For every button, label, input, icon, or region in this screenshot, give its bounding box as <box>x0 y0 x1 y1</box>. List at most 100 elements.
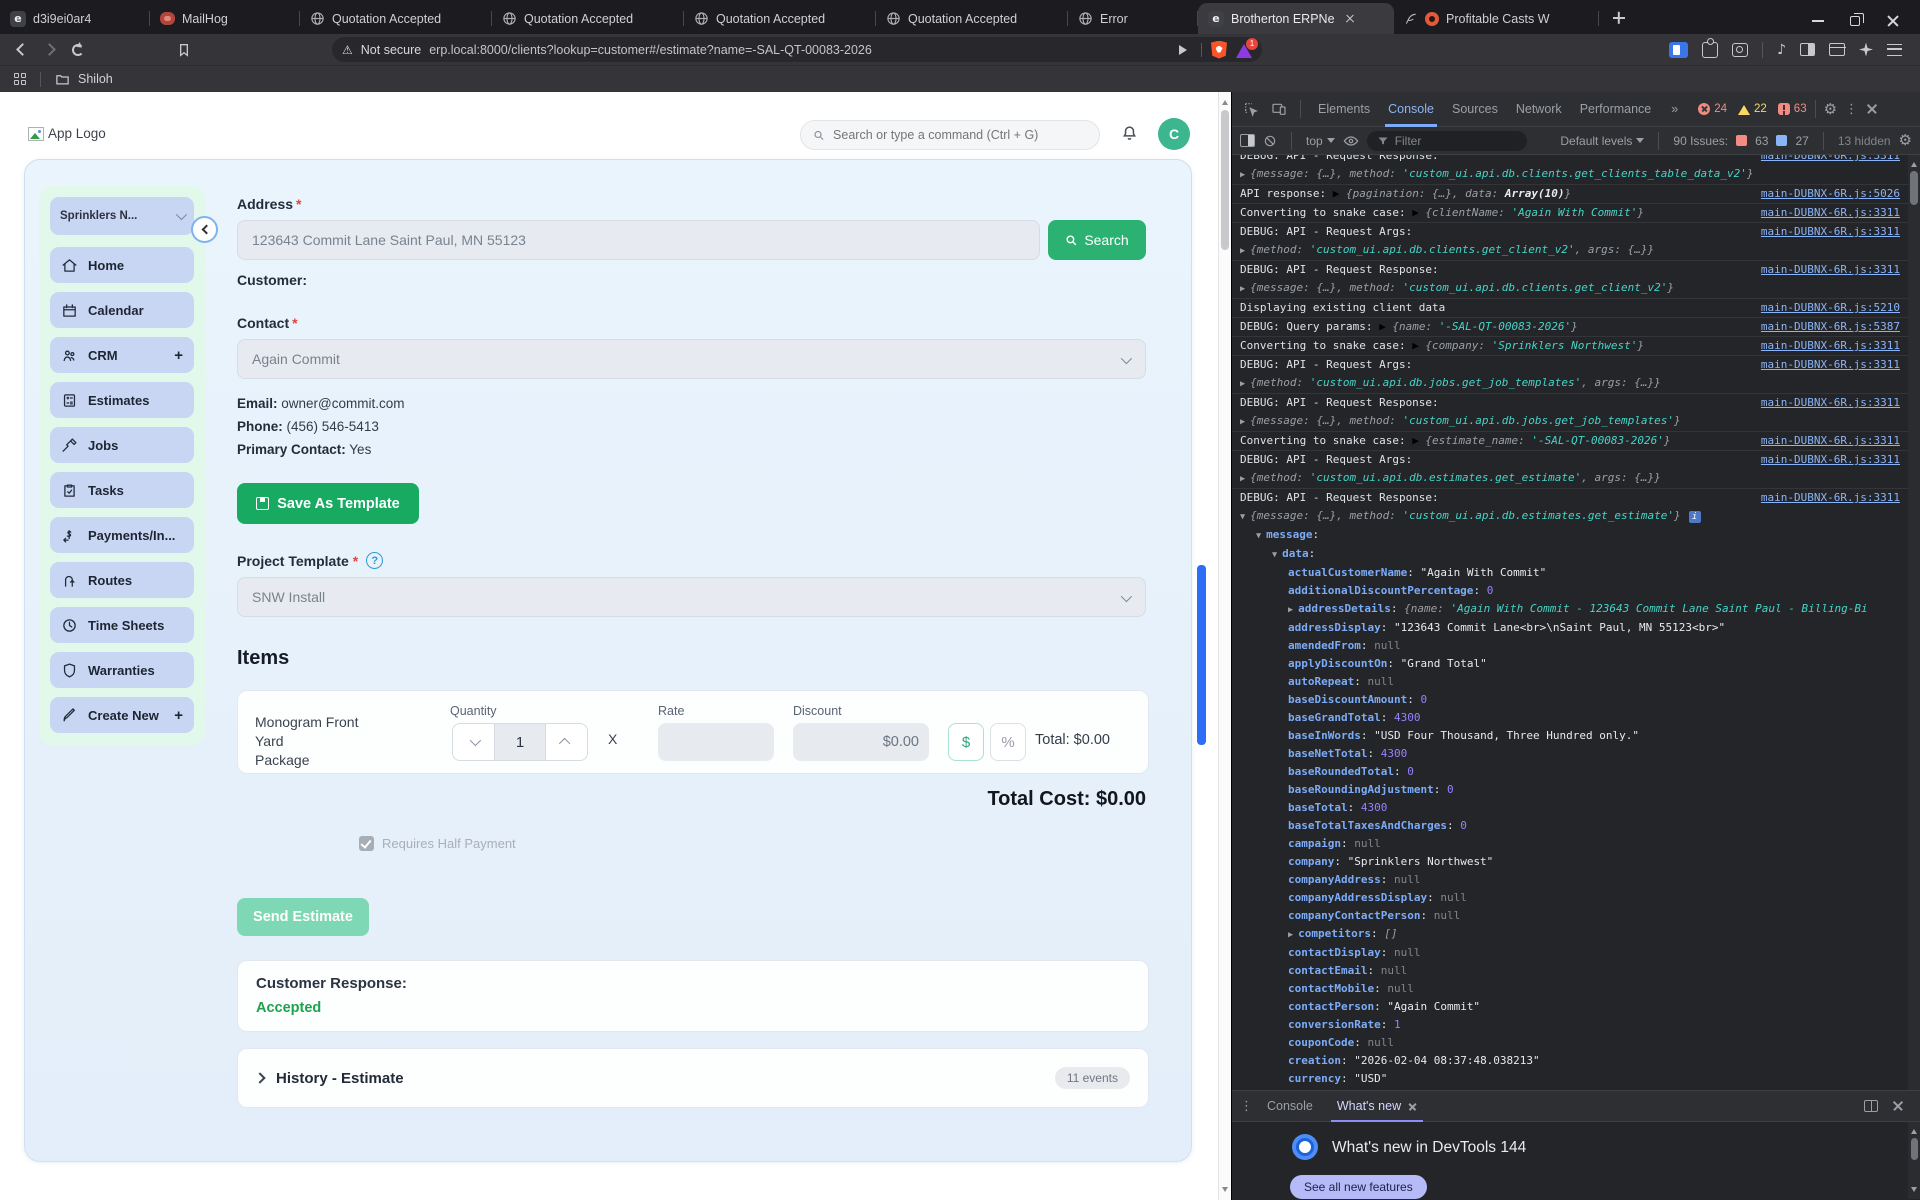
browser-tab[interactable]: Error <box>1068 3 1198 34</box>
bookmark-icon[interactable] <box>176 42 192 58</box>
page-scrollbar[interactable] <box>1218 92 1231 1200</box>
more-tabs-button[interactable]: » <box>1662 92 1687 127</box>
share-icon[interactable] <box>1179 44 1192 55</box>
app-scrollbar-thumb[interactable] <box>1197 565 1206 745</box>
console-sidebar-icon[interactable] <box>1240 134 1255 147</box>
source-link[interactable]: main-DUBNX-6R.js:5387 <box>1761 319 1916 335</box>
close-icon[interactable] <box>1408 1102 1417 1111</box>
context-selector[interactable]: top <box>1306 134 1335 148</box>
expand-caret-icon[interactable]: ▶ <box>1288 602 1293 618</box>
password-manager-icon[interactable] <box>1669 41 1689 58</box>
avatar[interactable]: C <box>1158 118 1190 150</box>
history-card[interactable]: History - Estimate 11 events <box>237 1048 1149 1108</box>
drawer-tab-console[interactable]: Console <box>1257 1090 1323 1122</box>
search-input[interactable] <box>833 128 1087 142</box>
source-link[interactable]: main-DUBNX-6R.js:3311 <box>1761 395 1916 411</box>
devtools-tab-console[interactable]: Console <box>1379 92 1443 127</box>
sidebar-item-calendar[interactable]: Calendar <box>50 292 194 328</box>
issues-count[interactable]: 63 <box>1777 103 1807 115</box>
quantity-stepper[interactable]: 1 <box>452 723 588 761</box>
drawer-scrollbar[interactable] <box>1908 1122 1920 1199</box>
source-link[interactable]: main-DUBNX-6R.js:3311 <box>1761 205 1916 221</box>
company-selector[interactable]: Sprinklers N... <box>50 197 194 235</box>
drawer-close-icon[interactable] <box>1892 1100 1904 1112</box>
menu-icon[interactable] <box>1887 43 1902 56</box>
devtools-tab-performance[interactable]: Performance <box>1571 92 1661 127</box>
inspect-element-icon[interactable] <box>1243 101 1259 117</box>
settings-gear-icon[interactable]: ⚙ <box>1824 101 1837 117</box>
browser-tab[interactable]: e d3i9ei0ar4 <box>0 3 150 34</box>
add-icon[interactable]: + <box>174 707 183 724</box>
expand-caret-icon[interactable]: ▶ <box>1240 243 1245 259</box>
devtools-tab-sources[interactable]: Sources <box>1443 92 1507 127</box>
devtools-menu-icon[interactable]: ⋮ <box>1845 102 1858 117</box>
console-filter-input[interactable]: Filter <box>1366 130 1527 151</box>
sidebar-toggle-icon[interactable] <box>1800 43 1815 56</box>
discount-input[interactable]: $0.00 <box>793 723 929 761</box>
forward-icon[interactable] <box>43 43 56 56</box>
source-link[interactable]: main-DUBNX-6R.js:3311 <box>1761 224 1916 240</box>
source-link[interactable]: main-DUBNX-6R.js:5026 <box>1761 186 1916 202</box>
split-panel-icon[interactable] <box>1864 1100 1878 1112</box>
device-toolbar-icon[interactable] <box>1271 101 1287 117</box>
help-icon[interactable]: ? <box>366 552 384 569</box>
issues-label[interactable]: 90 Issues: <box>1673 134 1728 148</box>
back-icon[interactable] <box>16 43 29 56</box>
search-button[interactable]: Search <box>1048 220 1146 260</box>
discount-dollar-button[interactable]: $ <box>948 723 984 761</box>
quantity-increase-button[interactable] <box>546 724 587 760</box>
sidebar-item-time-sheets[interactable]: Time Sheets <box>50 607 194 643</box>
expand-caret-icon[interactable]: ▶ <box>1240 471 1245 487</box>
notification-bell-icon[interactable] <box>1120 124 1139 143</box>
expand-caret-icon[interactable]: ▶ <box>1240 414 1245 430</box>
brave-shield-icon[interactable] <box>1211 40 1227 59</box>
log-levels-selector[interactable]: Default levels <box>1560 134 1645 148</box>
send-estimate-button[interactable]: Send Estimate <box>237 898 369 936</box>
scroll-down-icon[interactable] <box>1222 1187 1228 1195</box>
expand-caret-icon[interactable]: ▶ <box>1240 376 1245 392</box>
command-search[interactable] <box>800 120 1100 150</box>
drawer-tab-whats-new[interactable]: What's new <box>1327 1090 1427 1122</box>
browser-tab[interactable]: Quotation Accepted <box>492 3 684 34</box>
half-payment-checkbox[interactable] <box>359 836 374 851</box>
wallet-icon[interactable] <box>1829 43 1846 56</box>
source-link[interactable]: main-DUBNX-6R.js:3311 <box>1761 155 1916 164</box>
clear-console-icon[interactable] <box>1263 134 1277 148</box>
address-bar[interactable]: ⚠ Not secure erp.local:8000/clients?look… <box>332 37 1262 62</box>
sidebar-item-tasks[interactable]: Tasks <box>50 472 194 508</box>
apps-grid-icon[interactable] <box>14 73 26 85</box>
adblock-extension-icon[interactable]: 1 <box>1236 36 1258 58</box>
browser-tab[interactable]: Profitable Casts W <box>1394 3 1599 34</box>
extensions-icon[interactable] <box>1702 37 1719 58</box>
source-link[interactable]: main-DUBNX-6R.js:3311 <box>1761 490 1916 506</box>
source-link[interactable]: main-DUBNX-6R.js:3311 <box>1761 262 1916 278</box>
address-input[interactable] <box>237 220 1040 260</box>
minimize-button[interactable] <box>1812 20 1824 22</box>
sidebar-collapse-button[interactable] <box>191 216 218 243</box>
scroll-up-icon[interactable] <box>1222 97 1228 105</box>
source-link[interactable]: main-DUBNX-6R.js:3311 <box>1761 357 1916 373</box>
sidebar-item-estimates[interactable]: Estimates <box>50 382 194 418</box>
bookmark-folder[interactable]: Shiloh <box>78 72 113 86</box>
source-link[interactable]: main-DUBNX-6R.js:3311 <box>1761 433 1916 449</box>
expand-caret-icon[interactable]: ▶ <box>1240 281 1245 297</box>
rate-input[interactable] <box>658 723 774 761</box>
devtools-tab-network[interactable]: Network <box>1507 92 1571 127</box>
quantity-decrease-button[interactable] <box>453 724 494 760</box>
expand-caret-icon[interactable]: ▼ <box>1256 528 1261 544</box>
browser-tab[interactable]: Quotation Accepted <box>300 3 492 34</box>
ai-sparkle-icon[interactable] <box>1859 42 1873 57</box>
tab-close-icon[interactable] <box>1342 11 1358 27</box>
sidebar-item-jobs[interactable]: Jobs <box>50 427 194 463</box>
console-settings-icon[interactable]: ⚙ <box>1899 133 1912 148</box>
sidebar-item-payments-in[interactable]: Payments/In... <box>50 517 194 553</box>
sidebar-item-crm[interactable]: CRM + <box>50 337 194 373</box>
console-scrollbar[interactable] <box>1908 155 1920 1090</box>
expand-caret-icon[interactable]: ▼ <box>1272 547 1277 563</box>
sidebar-item-home[interactable]: Home <box>50 247 194 283</box>
new-tab-button[interactable] <box>1605 4 1633 32</box>
devtools-close-icon[interactable] <box>1866 103 1878 115</box>
search-tabs-icon[interactable] <box>1732 42 1749 57</box>
browser-tab[interactable]: Quotation Accepted <box>876 3 1068 34</box>
source-link[interactable]: main-DUBNX-6R.js:3311 <box>1761 452 1916 468</box>
